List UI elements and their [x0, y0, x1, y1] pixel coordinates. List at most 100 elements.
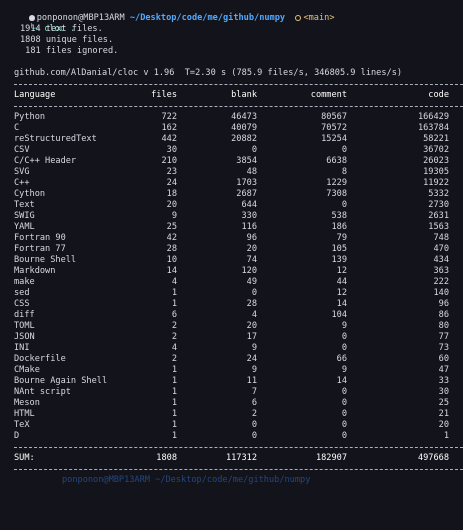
cell-blank: 330 — [241, 211, 257, 221]
cell-blank: 24 — [246, 354, 257, 364]
cell-code: 434 — [433, 255, 449, 265]
cell-comment: 66 — [336, 354, 347, 364]
cell-comment: 0 — [341, 332, 347, 342]
cell-files: 28 — [166, 244, 177, 254]
cell-blank: 20882 — [231, 134, 257, 144]
cell-code: 2631 — [428, 211, 449, 221]
table-row: D 1 0 0 1 — [0, 431, 463, 442]
table-row: reStructuredText 442 20882 15254 58221 — [0, 134, 463, 145]
table-row: Text 20 644 0 2730 — [0, 200, 463, 211]
table-row: make 4 49 44 222 — [0, 277, 463, 288]
cell-comment: 70572 — [321, 123, 347, 133]
next-prompt-user: ponponon@MBP13ARM — [62, 475, 150, 485]
cell-blank: 0 — [251, 145, 257, 155]
table-row: CMake 1 9 9 47 — [0, 365, 463, 376]
separator — [0, 101, 463, 112]
cell-files: 442 — [161, 134, 177, 144]
cell-language: HTML — [14, 409, 35, 419]
cell-language: Fortran 90 — [14, 233, 66, 243]
cell-blank: 6 — [251, 398, 257, 408]
cell-language: Meson — [14, 398, 40, 408]
cell-comment: 0 — [341, 145, 347, 155]
cell-files: 25 — [166, 222, 177, 232]
cell-comment: 0 — [341, 343, 347, 353]
cell-code: 748 — [433, 233, 449, 243]
cell-code: 470 — [433, 244, 449, 254]
table-row: TeX 1 0 0 20 — [0, 420, 463, 431]
table-row: Cython 18 2687 7308 5332 — [0, 189, 463, 200]
table-row: NAnt script 1 7 0 30 — [0, 387, 463, 398]
cell-code: 96 — [438, 299, 449, 309]
cell-blank: 0 — [251, 288, 257, 298]
cell-comment: 1229 — [326, 178, 347, 188]
cell-language: Text — [14, 200, 35, 210]
cell-files: 1 — [171, 398, 177, 408]
prompt-line: ponponon@MBP13ARM ~/Desktop/code/me/gith… — [0, 2, 463, 23]
separator — [0, 442, 463, 453]
table-row: HTML 1 2 0 21 — [0, 409, 463, 420]
table-row: TOML 2 20 9 80 — [0, 321, 463, 332]
cell-comment: 9 — [341, 321, 347, 331]
header-files: files — [151, 90, 177, 100]
cell-files: 30 — [166, 145, 177, 155]
command-line[interactable]: ╰─ cloc . — [0, 13, 463, 34]
cell-language: CSS — [14, 299, 30, 309]
cell-comment: 0 — [341, 200, 347, 210]
cell-language: Python — [14, 112, 46, 122]
cell-blank: 9 — [251, 343, 257, 353]
cell-code: 20 — [438, 420, 449, 430]
table-row: Bourne Shell 10 74 139 434 — [0, 255, 463, 266]
cell-comment: 0 — [341, 387, 347, 397]
terminal-window[interactable]: ponponon@MBP13ARM ~/Desktop/code/me/gith… — [0, 0, 463, 485]
next-prompt-path: ~/Desktop/code/me/github/numpy — [155, 475, 311, 485]
cloc-summary: github.com/AlDanial/cloc v 1.96 T=2.30 s… — [14, 68, 403, 78]
table-row: Fortran 77 28 20 105 470 — [0, 244, 463, 255]
cell-blank: 2 — [251, 409, 257, 419]
cell-code: 19305 — [423, 167, 449, 177]
cell-blank: 3854 — [236, 156, 257, 166]
cell-code: 58221 — [423, 134, 449, 144]
cell-blank: 46473 — [231, 112, 257, 122]
cell-language: CSV — [14, 145, 30, 155]
cell-code: 26023 — [423, 156, 449, 166]
cell-blank: 11 — [246, 376, 257, 386]
header-language: Language — [14, 90, 56, 100]
sum-comment: 182907 — [315, 453, 347, 463]
cell-code: 166429 — [417, 112, 449, 122]
cell-blank: 96 — [246, 233, 257, 243]
cell-language: Fortran 77 — [14, 244, 66, 254]
table-row: C++ 24 1703 1229 11922 — [0, 178, 463, 189]
cell-language: reStructuredText — [14, 134, 97, 144]
cell-language: Dockerfile — [14, 354, 66, 364]
table-row: YAML 25 116 186 1563 — [0, 222, 463, 233]
cell-blank: 1703 — [236, 178, 257, 188]
cell-language: Markdown — [14, 266, 56, 276]
cell-language: JSON — [14, 332, 35, 342]
cell-code: 21 — [438, 409, 449, 419]
table-header: Language files blank comment code — [0, 90, 463, 101]
cell-comment: 7308 — [326, 189, 347, 199]
cell-code: 1563 — [428, 222, 449, 232]
cell-comment: 80567 — [321, 112, 347, 122]
cell-language: YAML — [14, 222, 35, 232]
cell-code: 33 — [438, 376, 449, 386]
sum-files: 1808 — [156, 453, 177, 463]
cell-blank: 0 — [251, 420, 257, 430]
cell-code: 77 — [438, 332, 449, 342]
cell-code: 80 — [438, 321, 449, 331]
cell-blank: 49 — [246, 277, 257, 287]
cell-files: 10 — [166, 255, 177, 265]
cell-blank: 116 — [241, 222, 257, 232]
cell-blank: 9 — [251, 365, 257, 375]
cell-language: D — [14, 431, 20, 441]
sum-blank: 117312 — [225, 453, 257, 463]
cell-files: 1 — [171, 409, 177, 419]
table-row: Fortran 90 42 96 79 748 — [0, 233, 463, 244]
cell-language: CMake — [14, 365, 40, 375]
cell-language: TOML — [14, 321, 35, 331]
cell-code: 36702 — [423, 145, 449, 155]
cell-blank: 48 — [246, 167, 257, 177]
cell-files: 1 — [171, 420, 177, 430]
cell-blank: 40079 — [231, 123, 257, 133]
